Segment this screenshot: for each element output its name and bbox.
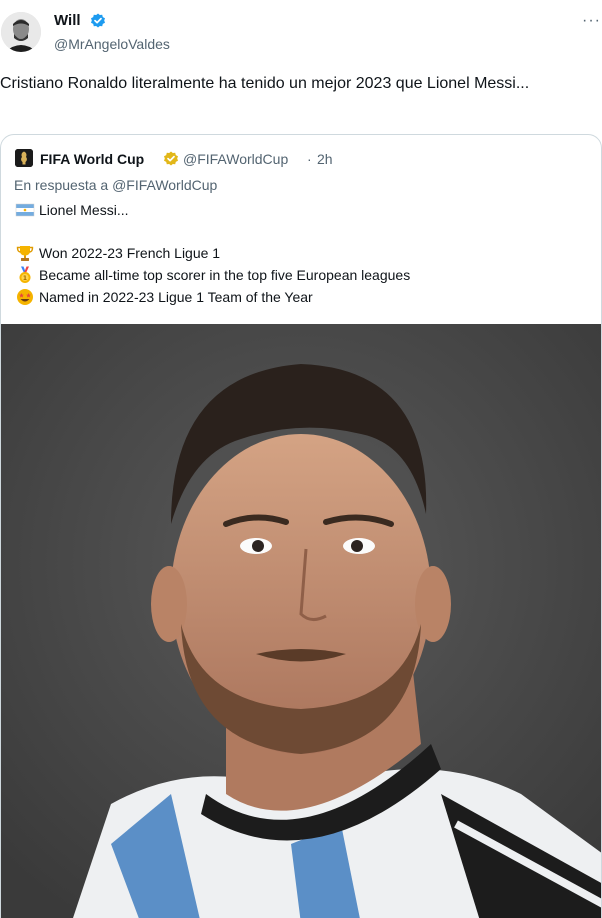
trophy-icon <box>15 244 35 262</box>
quoted-timestamp[interactable]: 2h <box>317 151 333 167</box>
tweet: Will @MrAngeloValdes ··· Cristiano Ronal… <box>0 0 602 918</box>
quoted-tweet-card[interactable]: FIFA World Cup @FIFAWorldCup · 2h En res… <box>0 134 602 918</box>
verified-badge-icon <box>90 13 106 29</box>
quote-line: Won 2022-23 French Ligue 1 <box>15 243 220 263</box>
author-handle[interactable]: @MrAngeloValdes <box>54 36 170 52</box>
svg-text:1: 1 <box>23 275 27 282</box>
quoted-author-handle[interactable]: @FIFAWorldCup <box>183 151 288 167</box>
separator-dot: · <box>307 151 312 167</box>
quote-line: Named in 2022-23 Ligue 1 Team of the Yea… <box>15 287 313 307</box>
quote-line: Lionel Messi... <box>15 200 128 220</box>
quote-line-text: Won 2022-23 French Ligue 1 <box>39 245 221 261</box>
tweet-text: Cristiano Ronaldo literalmente ha tenido… <box>0 75 530 92</box>
quote-line-text: Became all-time top scorer in the top fi… <box>39 267 411 283</box>
author-name[interactable]: Will <box>54 12 81 29</box>
argentina-flag-icon <box>15 201 35 219</box>
reply-prefix: En respuesta a <box>14 177 109 193</box>
verified-gold-badge-icon <box>163 151 179 167</box>
author-avatar[interactable] <box>1 12 41 52</box>
quoted-media-image[interactable] <box>1 324 601 918</box>
more-options-button[interactable]: ··· <box>582 12 601 30</box>
reply-context: En respuesta a @FIFAWorldCup <box>14 177 217 193</box>
star-struck-icon <box>15 288 35 306</box>
medal-icon: 1 <box>15 266 35 284</box>
quote-line: 1 Became all-time top scorer in the top … <box>15 265 410 285</box>
quoted-author-name[interactable]: FIFA World Cup <box>40 151 144 167</box>
quote-line-text: Lionel Messi... <box>39 202 129 218</box>
fifa-world-cup-logo[interactable] <box>15 149 33 167</box>
quote-line-text: Named in 2022-23 Ligue 1 Team of the Yea… <box>39 289 313 305</box>
reply-handle-link[interactable]: @FIFAWorldCup <box>112 177 217 193</box>
